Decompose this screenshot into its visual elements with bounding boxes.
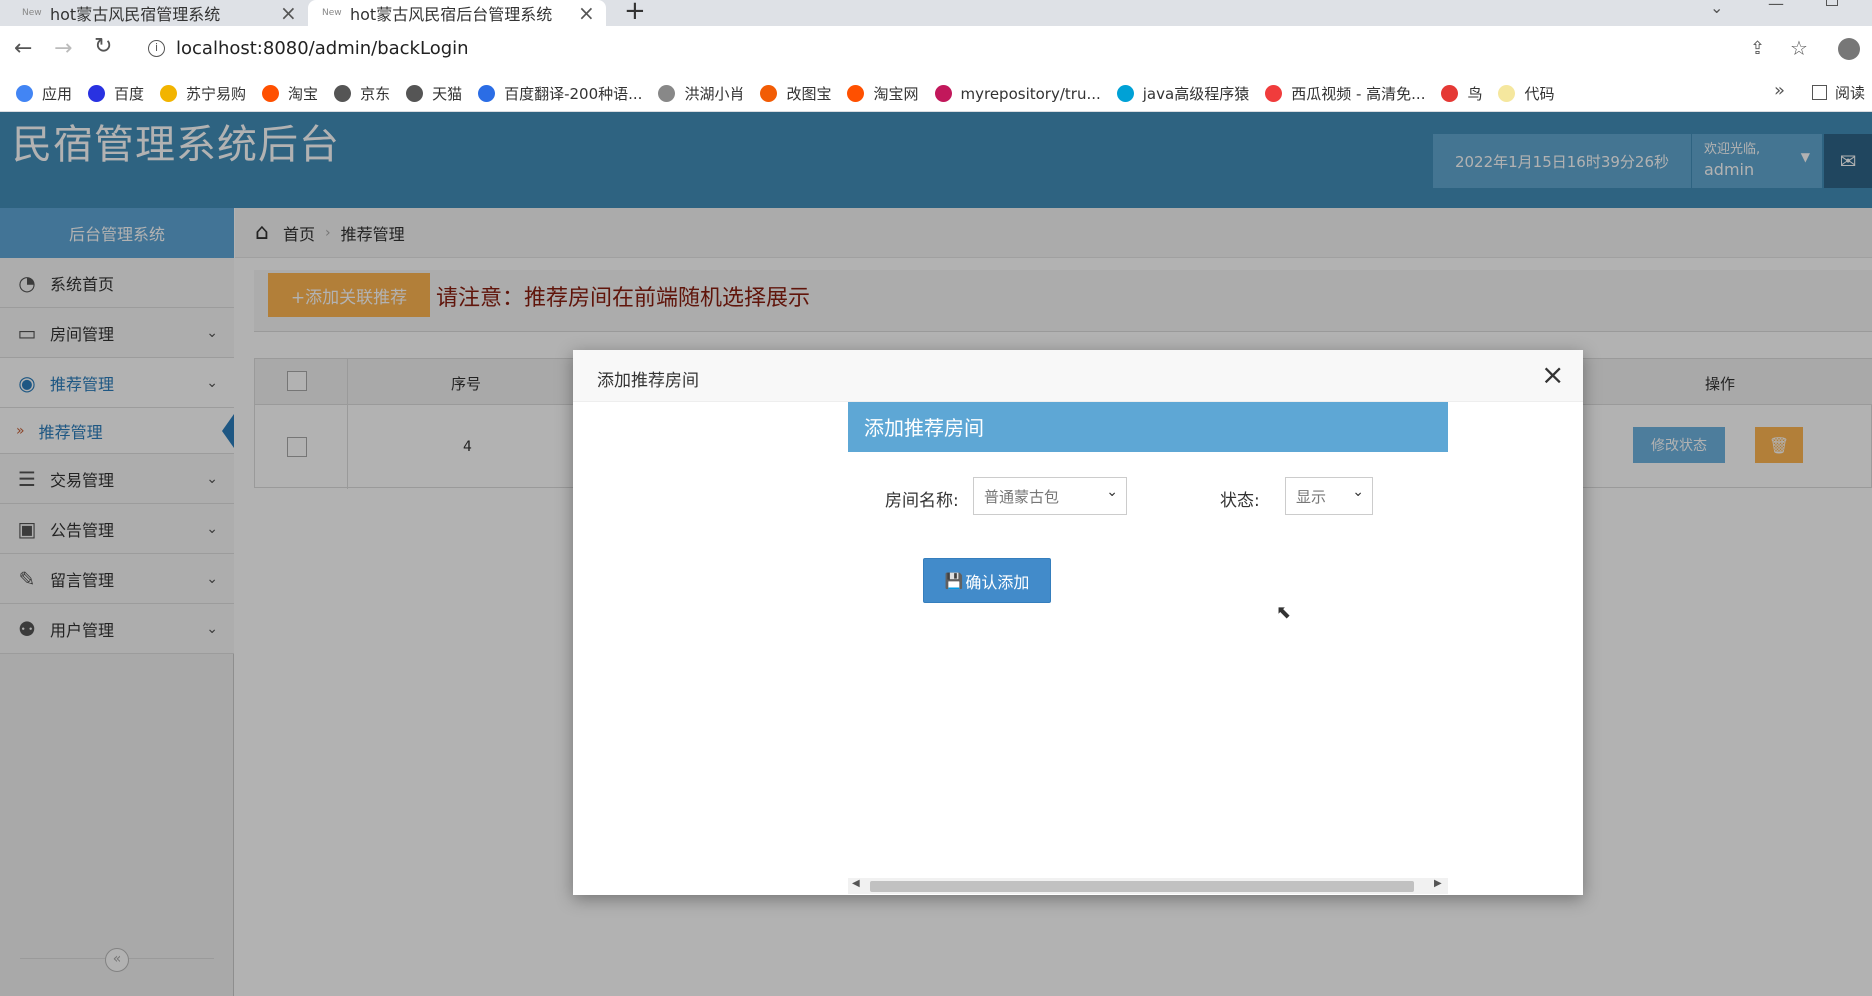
bookmark-favicon-icon	[88, 85, 106, 102]
bookmark-star-icon[interactable]: ☆	[1790, 36, 1808, 60]
bookmark-item[interactable]: myrepository/tru...	[934, 84, 1101, 103]
minimize-icon[interactable]: —	[1768, 0, 1784, 13]
url-text: localhost:8080/admin/backLogin	[176, 38, 469, 59]
tab-close-icon[interactable]: ×	[578, 1, 595, 25]
browser-tab-2[interactable]: New hot蒙古风民宿后台管理系统 ×	[308, 0, 606, 26]
maximize-icon[interactable]	[1826, 0, 1838, 6]
bookmark-favicon-icon	[847, 85, 865, 102]
back-icon[interactable]: ←	[14, 36, 32, 61]
forward-icon[interactable]: →	[54, 36, 72, 61]
bookmark-item[interactable]: 鸟	[1441, 83, 1482, 104]
bookmark-favicon-icon	[16, 85, 33, 102]
bookmark-favicon-icon	[160, 85, 178, 102]
bookmarks-overflow-icon[interactable]: »	[1774, 80, 1785, 101]
status-select[interactable]: 显示 ⌄	[1285, 477, 1373, 515]
tab-search-chevron-icon[interactable]: ⌄	[1710, 0, 1723, 17]
bookmark-favicon-icon	[1116, 85, 1134, 102]
bookmark-label: 天猫	[432, 85, 463, 103]
mouse-cursor-icon: ⬉	[1276, 602, 1292, 623]
scroll-right-icon[interactable]: ▶	[1434, 878, 1442, 889]
confirm-add-label: 确认添加	[965, 572, 1030, 592]
new-tab-icon[interactable]: +	[624, 0, 646, 26]
bookmark-label: myrepository/tru...	[960, 84, 1101, 103]
bookmark-item[interactable]: 百度	[88, 83, 144, 104]
tab-title: hot蒙古风民宿管理系统	[50, 5, 221, 24]
status-label: 状态:	[1220, 491, 1260, 511]
bookmark-favicon-icon	[1498, 85, 1516, 102]
status-value: 显示	[1296, 488, 1327, 506]
form-panel-title: 添加推荐房间	[848, 402, 1448, 452]
modal-close-icon[interactable]: ×	[1541, 358, 1564, 391]
bookmark-label: 改图宝	[786, 85, 832, 103]
bookmark-label: 百度翻译-200种语...	[504, 85, 643, 103]
bookmark-item[interactable]: 苏宁易购	[160, 83, 246, 104]
bookmark-favicon-icon	[262, 85, 280, 102]
bookmark-label: 苏宁易购	[186, 85, 247, 103]
bookmark-item[interactable]: 百度翻译-200种语...	[478, 83, 642, 104]
bookmark-item[interactable]: 淘宝	[262, 83, 318, 104]
tab-favicon: New	[22, 7, 42, 18]
bookmark-label: 洪湖小肖	[684, 85, 745, 103]
add-recommend-modal: 添加推荐房间 × 添加推荐房间 房间名称: 普通蒙古包 ⌄ 状态: 显示 ⌄ 💾…	[573, 350, 1583, 895]
tab-title: hot蒙古风民宿后台管理系统	[350, 5, 553, 24]
bookmark-favicon-icon	[1441, 85, 1459, 102]
bookmark-label: 淘宝	[288, 85, 319, 103]
bookmark-label: 淘宝网	[873, 85, 919, 103]
site-info-icon[interactable]: i	[148, 40, 165, 57]
bookmark-item[interactable]: 应用	[16, 83, 72, 104]
bookmark-favicon-icon	[658, 85, 676, 102]
bookmark-favicon-icon	[406, 85, 424, 102]
scroll-left-icon[interactable]: ◀	[852, 878, 860, 889]
bookmark-favicon-icon	[760, 85, 778, 102]
profile-avatar-icon[interactable]	[1838, 38, 1860, 60]
reading-list-icon	[1812, 85, 1827, 100]
modal-title: 添加推荐房间	[597, 371, 699, 391]
bookmark-item[interactable]: 淘宝网	[847, 83, 919, 104]
bookmark-item[interactable]: 改图宝	[760, 83, 831, 104]
bookmark-favicon-icon	[1265, 85, 1283, 102]
bookmark-item[interactable]: 天猫	[406, 83, 462, 104]
reading-list-label: 阅读	[1835, 84, 1866, 102]
bookmark-item[interactable]: 洪湖小肖	[658, 83, 744, 104]
bookmark-label: 应用	[42, 85, 73, 103]
bookmark-label: 百度	[114, 85, 145, 103]
address-bar[interactable]: i localhost:8080/admin/backLogin	[136, 30, 1836, 70]
scrollbar-thumb[interactable]	[870, 881, 1414, 892]
bookmark-item[interactable]: 京东	[334, 83, 390, 104]
bookmark-favicon-icon	[478, 85, 496, 102]
bookmark-label: 代码	[1524, 85, 1555, 103]
bookmark-label: 京东	[360, 85, 391, 103]
bookmark-favicon-icon	[334, 85, 352, 102]
room-name-value: 普通蒙古包	[984, 488, 1060, 506]
bookmarks-bar: 应用 百度 苏宁易购 淘宝 京东 天猫 百度翻译-200种语... 洪湖小肖 改图宝 淘宝网 myr…	[0, 76, 1872, 112]
chevron-down-icon: ⌄	[1352, 484, 1364, 500]
browser-tab-1[interactable]: New hot蒙古风民宿管理系统 ×	[0, 0, 300, 26]
save-icon: 💾	[944, 571, 964, 590]
bookmark-label: 鸟	[1467, 85, 1483, 103]
bookmark-label: 西瓜视频 - 高清免...	[1291, 85, 1426, 103]
share-icon[interactable]: ⇪	[1750, 38, 1765, 59]
bookmark-label: java高级程序猿	[1142, 85, 1250, 103]
bookmark-item[interactable]: 西瓜视频 - 高清免...	[1265, 83, 1425, 104]
bookmark-item[interactable]: 代码	[1498, 83, 1555, 104]
horizontal-scrollbar[interactable]: ◀ ▶	[848, 878, 1448, 894]
room-name-select[interactable]: 普通蒙古包 ⌄	[973, 477, 1127, 515]
room-name-label: 房间名称:	[885, 491, 959, 511]
confirm-add-button[interactable]: 💾 确认添加	[923, 558, 1051, 603]
tab-close-icon[interactable]: ×	[280, 1, 297, 25]
chevron-down-icon: ⌄	[1106, 484, 1118, 500]
bookmark-favicon-icon	[934, 85, 952, 102]
modal-header	[573, 350, 1583, 402]
tab-favicon: New	[322, 7, 342, 18]
bookmark-item[interactable]: java高级程序猿	[1116, 83, 1250, 104]
reload-icon[interactable]: ↻	[94, 34, 112, 59]
reading-list[interactable]: 阅读	[1812, 82, 1865, 103]
